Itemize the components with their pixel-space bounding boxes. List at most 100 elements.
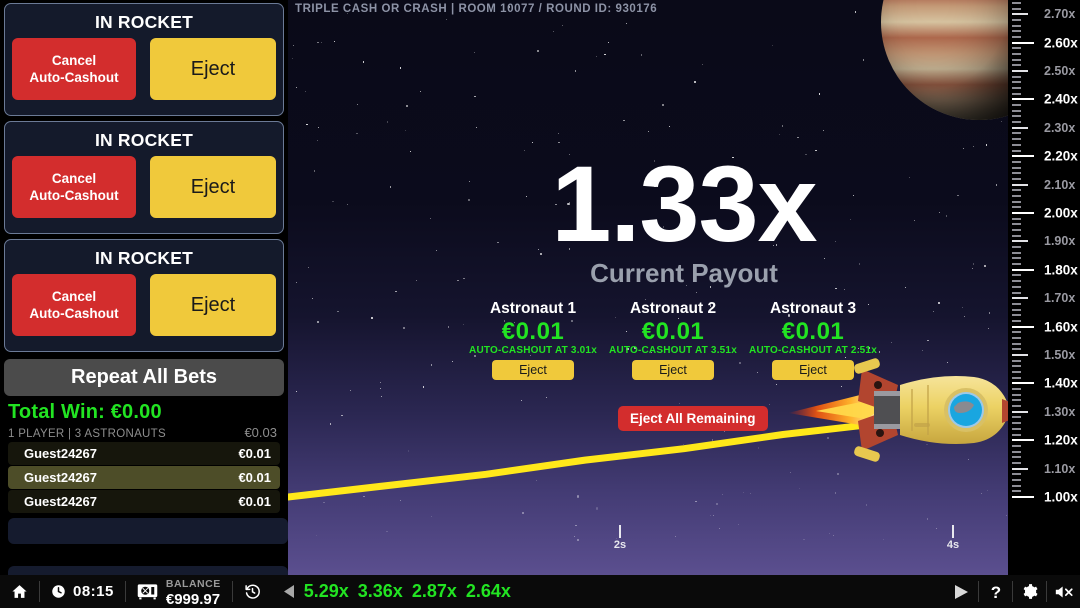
astronauts-row: Astronaut 1 €0.01 AUTO-CASHOUT AT 3.01x … xyxy=(463,300,883,380)
axis-minor-tick-line xyxy=(1012,234,1021,237)
axis-minor-tick-line xyxy=(1012,331,1021,334)
bettor-amount: €0.01 xyxy=(238,446,271,461)
axis-tick-label: 2.50x xyxy=(1044,64,1076,78)
bettor-name: Guest24267 xyxy=(24,470,97,485)
axis-minor-tick-line xyxy=(1012,200,1021,203)
players-summary-row: 1 PLAYER | 3 ASTRONAUTS €0.03 xyxy=(4,424,284,442)
history-multiplier[interactable]: 2.87x xyxy=(412,581,457,602)
next-button[interactable] xyxy=(945,575,978,608)
axis-minor-tick-line xyxy=(1012,223,1021,226)
axis-tick-line xyxy=(1012,13,1028,16)
axis-minor-tick-line xyxy=(1012,342,1021,345)
history-multiplier[interactable]: 2.64x xyxy=(466,581,511,602)
axis-minor-tick-line xyxy=(1012,18,1021,21)
axis-minor-tick-line xyxy=(1012,433,1021,436)
axis-minor-tick-line xyxy=(1012,427,1021,430)
axis-tick-label: 2.00x xyxy=(1044,205,1078,221)
eject-button[interactable]: Eject xyxy=(150,38,276,100)
eject-button[interactable]: Eject xyxy=(150,156,276,218)
axis-minor-tick-line xyxy=(1012,7,1021,10)
list-item[interactable]: Guest24267 €0.01 xyxy=(8,442,280,465)
axis-minor-tick-line xyxy=(1012,115,1021,118)
axis-minor-tick-line xyxy=(1012,64,1021,67)
time-axis-tick: 2s xyxy=(610,525,630,551)
axis-minor-tick-line xyxy=(1012,359,1021,362)
axis-tick-line xyxy=(1012,354,1028,356)
help-button[interactable]: ? xyxy=(979,575,1012,608)
bet-panel: IN ROCKET Cancel Auto-Cashout Eject xyxy=(4,3,284,116)
settings-button[interactable] xyxy=(1013,575,1046,608)
axis-minor-tick-line xyxy=(1012,104,1021,107)
axis-minor-tick-line xyxy=(1012,24,1021,27)
axis-minor-tick-line xyxy=(1012,35,1021,38)
axis-tick-label: 2.40x xyxy=(1044,91,1078,107)
axis-minor-tick-line xyxy=(1012,1,1021,4)
astronaut-auto-cashout: AUTO-CASHOUT AT 3.01x xyxy=(469,345,597,356)
axis-tick-line xyxy=(1012,382,1034,385)
axis-minor-tick-line xyxy=(1012,348,1021,351)
astronaut-eject-button[interactable]: Eject xyxy=(492,360,574,380)
axis-tick-line xyxy=(1012,70,1028,72)
astronaut-name: Astronaut 2 xyxy=(629,300,717,317)
axis-tick-label: 2.30x xyxy=(1044,120,1076,135)
time-axis-tick-label: 2s xyxy=(613,539,627,551)
axis-minor-tick-line xyxy=(1012,246,1021,249)
axis-tick-line xyxy=(1012,41,1034,44)
axis-minor-tick-line xyxy=(1012,280,1021,283)
axis-minor-tick-line xyxy=(1012,189,1021,192)
caret-left-icon[interactable] xyxy=(283,585,295,598)
axis-tick-label: 1.60x xyxy=(1044,319,1078,335)
balance-value: €999.97 xyxy=(165,590,221,608)
multiplier-axis: 2.70x 2.60x 2.50x 2.40x 2.30x 2.20x 2.10x 2.00x… xyxy=(1008,0,1080,575)
bet-status: IN ROCKET xyxy=(94,130,194,150)
axis-tick-label: 1.10x xyxy=(1044,461,1076,476)
repeat-all-bets-button[interactable]: Repeat All Bets xyxy=(4,359,284,396)
time-axis-tick: 4s xyxy=(943,525,963,551)
axis-minor-tick-line xyxy=(1012,87,1021,90)
cancel-auto-cashout-button[interactable]: Cancel Auto-Cashout xyxy=(12,156,136,218)
astronaut-eject-button[interactable]: Eject xyxy=(772,360,854,380)
sound-toggle-button[interactable] xyxy=(1047,575,1080,608)
axis-tick-label: 2.20x xyxy=(1044,148,1078,164)
astronaut-eject-button[interactable]: Eject xyxy=(632,360,714,380)
axis-minor-tick-line xyxy=(1012,444,1021,447)
total-win-label: Total Win: €0.00 xyxy=(8,401,162,423)
multiplier-value: 1.33x xyxy=(551,143,817,264)
axis-minor-tick-line xyxy=(1012,47,1021,50)
history-multiplier[interactable]: 5.29x xyxy=(304,581,349,602)
play-icon xyxy=(955,584,968,599)
eject-button[interactable]: Eject xyxy=(150,274,276,336)
history-multiplier[interactable]: 3.36x xyxy=(358,581,403,602)
axis-tick-label: 1.00x xyxy=(1044,489,1078,505)
round-history: 5.29x 3.36x 2.87x 2.64x xyxy=(272,581,511,602)
empty-slot-panel xyxy=(8,518,288,544)
axis-minor-tick-line xyxy=(1012,217,1021,220)
axis-minor-tick-line xyxy=(1012,177,1021,180)
axis-tick-line xyxy=(1012,183,1028,186)
history-button[interactable] xyxy=(233,575,272,608)
astronaut-name: Astronaut 1 xyxy=(489,300,577,317)
balance-display[interactable]: BALANCE €999.97 xyxy=(126,575,232,608)
eject-all-remaining-button[interactable]: Eject All Remaining xyxy=(618,406,768,431)
cancel-auto-cashout-button[interactable]: Cancel Auto-Cashout xyxy=(12,274,136,336)
astronaut-auto-cashout: AUTO-CASHOUT AT 3.51x xyxy=(609,345,737,356)
home-icon xyxy=(11,583,28,600)
axis-minor-tick-line xyxy=(1012,194,1021,197)
list-item[interactable]: Guest24267 €0.01 xyxy=(8,466,280,489)
axis-tick-label: 1.80x xyxy=(1044,262,1078,278)
axis-minor-tick-line xyxy=(1012,132,1021,135)
axis-tick-label: 1.50x xyxy=(1044,348,1076,362)
axis-minor-tick-line xyxy=(1012,405,1021,408)
axis-minor-tick-line xyxy=(1012,138,1021,141)
list-item[interactable]: Guest24267 €0.01 xyxy=(8,490,280,513)
home-button[interactable] xyxy=(0,575,39,608)
speaker-muted-icon xyxy=(1054,584,1074,600)
cancel-auto-cashout-button[interactable]: Cancel Auto-Cashout xyxy=(12,38,136,100)
balance-caption: BALANCE xyxy=(165,577,221,590)
question-mark-icon: ? xyxy=(988,583,1004,601)
bet-status: IN ROCKET xyxy=(94,248,194,268)
axis-minor-tick-line xyxy=(1012,143,1021,146)
time-axis-tick-line xyxy=(619,525,621,538)
axis-tick-label: 1.70x xyxy=(1044,291,1076,306)
astronaut-amount: €0.01 xyxy=(781,318,845,345)
